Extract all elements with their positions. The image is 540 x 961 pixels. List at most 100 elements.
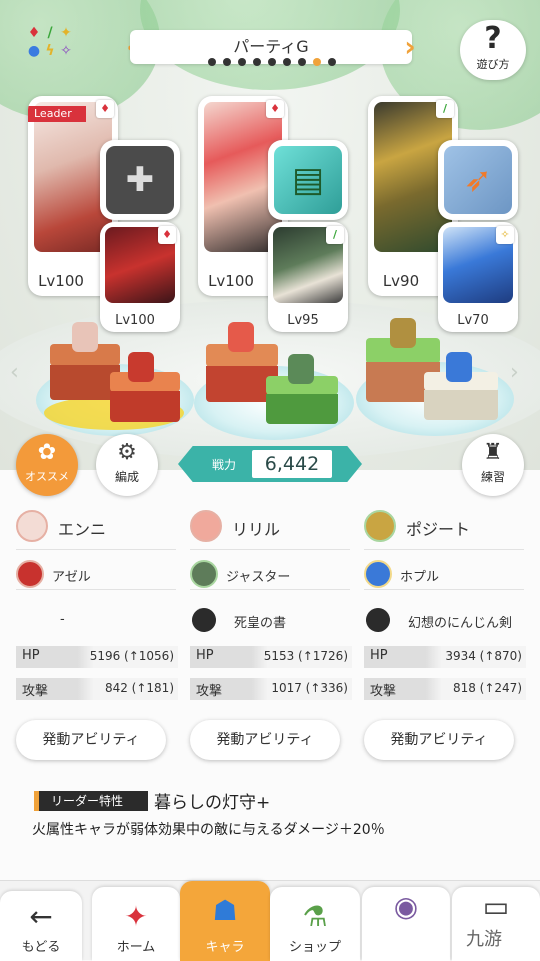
hp-label: HP [22, 648, 40, 663]
leader-tag: Leader [28, 106, 86, 122]
training-dummy-icon: ♜ [483, 440, 503, 465]
main-unit-name: ポジート [406, 520, 471, 539]
attack-label: 攻撃 [370, 684, 397, 699]
page-dot[interactable] [223, 58, 231, 66]
unit-avatar [16, 510, 48, 542]
sub-unit-card-1[interactable]: ♦ Lv100 [100, 222, 180, 332]
empty-equip-shield-icon: ✚ [106, 146, 174, 214]
equipment-slot-1[interactable]: ✚ [100, 140, 180, 220]
nav-shop[interactable]: ⚗ ショップ [270, 887, 360, 961]
practice-label: 練習 [480, 470, 505, 484]
fire-element-icon: ♦ [27, 25, 41, 41]
fire-element-icon: ♦ [158, 226, 176, 244]
menu-icon: ◉ [393, 890, 419, 923]
unit-level: Lv90 [382, 272, 420, 290]
equipment-name: 幻想のにんじん剣 [408, 616, 513, 631]
attack-stat: 攻撃 1017 (↑336) [190, 678, 352, 700]
power-value: 6,442 [252, 450, 332, 478]
unit-sprite [128, 352, 154, 382]
hp-stat: HP 5153 (↑1726) [190, 646, 352, 668]
recommend-button[interactable]: ✿ オススメ [16, 434, 78, 496]
equipment-name: 死皇の書 [234, 616, 287, 631]
nav-item-4[interactable]: ◉ [362, 887, 450, 961]
page-dot[interactable] [238, 58, 246, 66]
hp-label: HP [370, 648, 388, 663]
power-label: 戦力 [212, 458, 237, 472]
page-dot[interactable] [328, 58, 336, 66]
main-unit-row[interactable]: エンニ [16, 510, 176, 550]
attack-label: 攻撃 [22, 684, 49, 699]
practice-button[interactable]: ♜ 練習 [462, 434, 524, 496]
back-button[interactable]: ← もどる [0, 891, 82, 961]
help-button[interactable]: ? 遊び方 [460, 20, 526, 80]
sub-unit-level: Lv100 [115, 313, 155, 328]
next-party-arrow[interactable]: › [400, 32, 420, 62]
formation-label: 編成 [114, 470, 139, 484]
party-page-dots[interactable] [192, 58, 352, 70]
shop-label: ショップ [288, 940, 341, 955]
chara-icon: ☗ [212, 894, 238, 927]
equipment-slot-2[interactable]: ▤ [268, 140, 348, 220]
unit-sprite [288, 354, 314, 384]
hp-value: 5153 (↑1726) [263, 649, 348, 663]
thunder-element-icon: ϟ [45, 43, 55, 59]
sub-unit-card-2[interactable]: / Lv95 [268, 222, 348, 332]
page-dot[interactable] [313, 58, 321, 66]
page-dot[interactable] [208, 58, 216, 66]
question-icon: ? [484, 21, 502, 56]
ability-button-2[interactable]: 発動アビリティ [190, 720, 340, 760]
equipment-seed-icon [187, 603, 221, 637]
attack-value: 1017 (↑336) [271, 681, 348, 695]
page-dot[interactable] [268, 58, 276, 66]
page-dot[interactable] [283, 58, 291, 66]
nav-chara[interactable]: ☗ キャラ [180, 881, 270, 961]
sub-unit-card-3[interactable]: ✧ Lv70 [438, 222, 518, 332]
unit-sprite [72, 322, 98, 352]
page-dot[interactable] [298, 58, 306, 66]
fire-element-icon: ♦ [266, 100, 284, 118]
attack-label: 攻撃 [196, 684, 223, 699]
hp-stat: HP 5196 (↑1056) [16, 646, 178, 668]
sub-unit-name: ジャスター [226, 570, 291, 585]
main-unit-row[interactable]: リリル [190, 510, 350, 550]
formation-button[interactable]: ⚙ 編成 [96, 434, 158, 496]
sub-unit-level: Lv70 [457, 313, 489, 328]
sub-unit-row[interactable]: ジャスター [190, 560, 350, 590]
element-filter-icons[interactable]: ♦ / ✦ ● ϟ ✧ [26, 24, 100, 68]
page-dot[interactable] [253, 58, 261, 66]
water-element-icon: ● [27, 43, 41, 59]
sub-unit-name: ホプル [400, 570, 440, 585]
nav-home[interactable]: ✦ ホーム [92, 887, 180, 961]
attack-stat: 攻撃 842 (↑181) [16, 678, 178, 700]
equipment-row[interactable]: - [16, 606, 176, 636]
chara-label: キャラ [205, 940, 245, 955]
menu-icon: ▭ [482, 890, 510, 923]
back-arrow-icon: ← [29, 900, 53, 933]
unit-sprite [446, 352, 472, 382]
unit-sprite [390, 318, 416, 348]
sub-unit-row[interactable]: ホプル [364, 560, 524, 590]
scroll-left-icon[interactable]: ‹ [10, 360, 19, 385]
ability-button-1[interactable]: 発動アビリティ [16, 720, 166, 760]
main-unit-name: エンニ [58, 520, 107, 539]
sub-unit-level: Lv95 [287, 313, 319, 328]
unit-level: Lv100 [38, 272, 84, 290]
party-power-display: 戦力 6,442 [178, 446, 362, 482]
sub-unit-avatar [190, 560, 218, 588]
sub-unit-row[interactable]: アゼル [16, 560, 176, 590]
ability-button-3[interactable]: 発動アビリティ [364, 720, 514, 760]
home-label: ホーム [116, 940, 156, 955]
scroll-right-icon[interactable]: › [510, 360, 519, 385]
watermark: 九游 [466, 929, 502, 950]
attack-stat: 攻撃 818 (↑247) [364, 678, 526, 700]
hp-stat: HP 3934 (↑870) [364, 646, 526, 668]
unit-level: Lv100 [208, 272, 254, 290]
leader-skill-description: 火属性キャラが弱体効果中の敵に与えるダメージ＋20％ [32, 822, 385, 838]
equipment-slot-3[interactable]: ➶ [438, 140, 518, 220]
leader-skill-name: 暮らしの灯守+ [154, 793, 271, 813]
equipment-row[interactable]: 幻想のにんじん剣 [361, 603, 524, 637]
home-icon: ✦ [124, 900, 148, 933]
formation-gear-icon: ⚙ [117, 440, 137, 465]
main-unit-row[interactable]: ポジート [364, 510, 524, 550]
equipment-row[interactable]: 死皇の書 [187, 603, 350, 637]
